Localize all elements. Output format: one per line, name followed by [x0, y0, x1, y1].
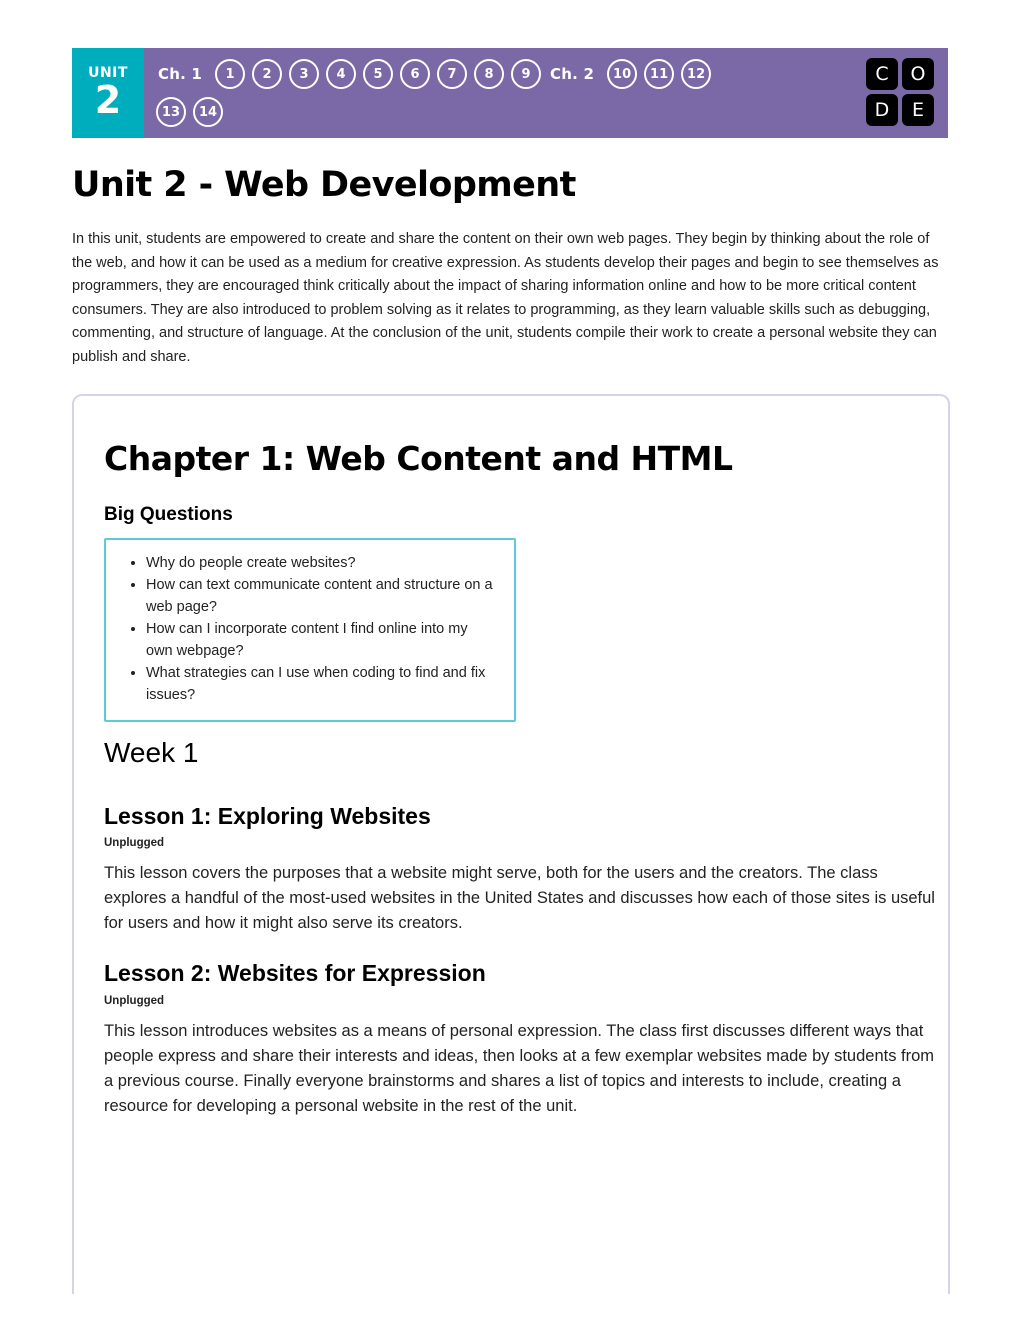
unit-badge: UNIT 2	[72, 48, 144, 138]
lesson-chip-14[interactable]: 14	[193, 97, 223, 127]
lesson-chip-10[interactable]: 10	[607, 59, 638, 89]
unit-badge-number: 2	[94, 77, 122, 122]
unit-intro-paragraph: In this unit, students are empowered to …	[72, 231, 939, 365]
logo-tile-o: O	[902, 58, 934, 90]
chapter-2-label: Ch. 2	[550, 65, 595, 83]
lesson-1-heading[interactable]: Lesson 1: Exploring Websites	[104, 803, 918, 831]
lesson-2-body: This lesson introduces websites as a mea…	[104, 1021, 935, 1115]
lesson-chip-8[interactable]: 8	[474, 59, 505, 89]
week-heading: Week 1	[104, 736, 199, 768]
lesson-chip-6[interactable]: 6	[400, 59, 431, 89]
lesson-chip-5[interactable]: 5	[363, 59, 394, 89]
unit-navigation-bar: UNIT 2 Ch. 1 1 2 3 4 5 6 7 8 9 Ch. 2 10 …	[72, 48, 948, 138]
big-question-item: How can text communicate content and str…	[146, 574, 498, 618]
chapter-1-label: Ch. 1	[158, 65, 203, 83]
big-questions-list: Why do people create websites? How can t…	[122, 552, 498, 706]
page-title: Unit 2 - Web Development	[72, 165, 576, 205]
lesson-chip-13[interactable]: 13	[156, 97, 186, 127]
big-question-item: What strategies can I use when coding to…	[146, 662, 498, 706]
lesson-chip-7[interactable]: 7	[437, 59, 468, 89]
logo-tile-c: C	[866, 58, 898, 90]
lesson-chip-list: Ch. 1 1 2 3 4 5 6 7 8 9 Ch. 2 10 11 12 1…	[144, 48, 856, 138]
logo-tile-d: D	[866, 94, 898, 126]
chapter-title: Chapter 1: Web Content and HTML	[104, 439, 733, 478]
code-org-logo[interactable]: C O D E	[856, 48, 948, 136]
big-question-item: Why do people create websites?	[146, 552, 498, 574]
logo-tile-e: E	[902, 94, 934, 126]
lesson-chip-12[interactable]: 12	[681, 59, 712, 89]
lesson-chip-9[interactable]: 9	[511, 59, 542, 89]
lesson-block-2: Lesson 2: Websites for Expression Unplug…	[104, 960, 934, 1119]
lesson-chip-4[interactable]: 4	[326, 59, 357, 89]
lesson-1-body: This lesson covers the purposes that a w…	[104, 864, 935, 933]
big-questions-box: Why do people create websites? How can t…	[104, 537, 516, 722]
lesson-chip-3[interactable]: 3	[289, 59, 320, 89]
lesson-chip-2[interactable]: 2	[252, 59, 283, 89]
lesson-chip-1[interactable]: 1	[215, 59, 246, 89]
big-questions-heading: Big Questions	[104, 503, 233, 525]
lesson-block-1: Lesson 1: Exploring Websites Unplugged T…	[104, 803, 935, 937]
big-question-item: How can I incorporate content I find onl…	[146, 618, 498, 662]
lesson-2-tag: Unplugged	[104, 994, 165, 1007]
lesson-1-tag: Unplugged	[104, 837, 165, 850]
chapter-card: Chapter 1: Web Content and HTML Big Ques…	[72, 394, 950, 1294]
lesson-2-heading[interactable]: Lesson 2: Websites for Expression	[104, 960, 918, 988]
lesson-chip-11[interactable]: 11	[644, 59, 675, 89]
